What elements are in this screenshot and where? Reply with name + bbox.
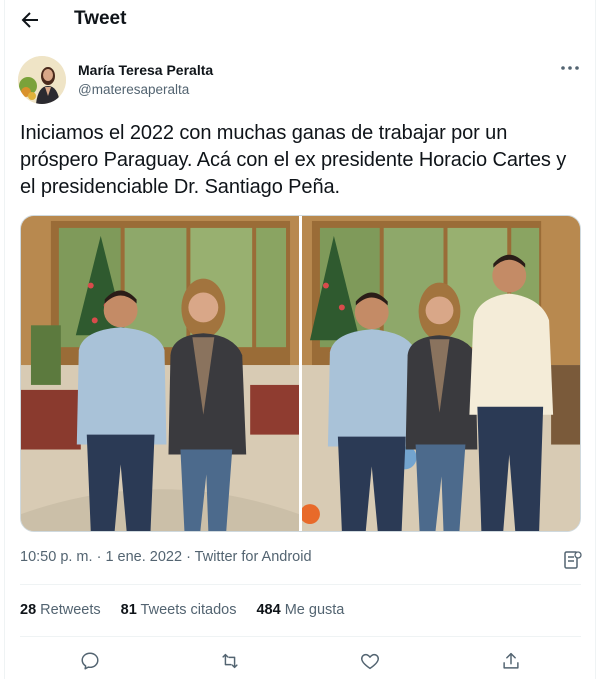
likes-label: Me gusta xyxy=(284,602,345,618)
retweets-stat[interactable]: 28 Retweets xyxy=(20,602,101,618)
divider xyxy=(20,636,581,637)
photo-grid xyxy=(20,215,581,532)
heart-icon xyxy=(361,653,379,670)
retweet-icon xyxy=(222,653,238,669)
share-button[interactable] xyxy=(498,648,524,674)
action-bar xyxy=(20,648,581,676)
divider xyxy=(20,584,581,585)
tweet-photo-1[interactable] xyxy=(21,216,299,531)
meta-separator: · xyxy=(92,549,106,565)
quotes-stat[interactable]: 81 Tweets citados xyxy=(121,602,237,618)
analytics-icon xyxy=(564,551,582,569)
tweet-stats: 28 Retweets 81 Tweets citados 484 Me gus… xyxy=(20,602,344,618)
tweet-photo-2[interactable] xyxy=(302,216,580,531)
more-horizontal-icon xyxy=(561,66,579,70)
arrow-left-icon xyxy=(21,12,38,28)
tweet-text: Iniciamos el 2022 con muchas ganas de tr… xyxy=(20,122,567,198)
analytics-button[interactable] xyxy=(561,549,583,571)
quotes-count: 81 xyxy=(120,602,137,618)
quotes-label: Tweets citados xyxy=(140,602,237,618)
share-icon xyxy=(503,652,519,669)
author-name[interactable]: María Teresa Peralta xyxy=(78,62,213,78)
tweet-meta: 10:50 p. m. · 1 ene. 2022 · Twitter for … xyxy=(20,549,312,565)
likes-stat[interactable]: 484 Me gusta xyxy=(256,602,344,618)
tweet-time[interactable]: 10:50 p. m. xyxy=(20,549,93,565)
tweet-date[interactable]: 1 ene. 2022 xyxy=(105,549,182,565)
retweets-count: 28 xyxy=(20,602,37,618)
back-button[interactable] xyxy=(16,6,44,34)
likes-count: 484 xyxy=(256,602,281,618)
top-bar: Tweet xyxy=(0,0,600,40)
meta-separator: · xyxy=(182,549,195,565)
tweet-source[interactable]: Twitter for Android xyxy=(195,549,312,565)
like-button[interactable] xyxy=(357,648,383,674)
page-title: Tweet xyxy=(74,8,127,29)
reply-icon xyxy=(81,652,99,670)
more-button[interactable] xyxy=(556,58,584,78)
avatar[interactable] xyxy=(18,56,66,104)
author-handle[interactable]: @materesaperalta xyxy=(78,82,189,97)
retweet-button[interactable] xyxy=(217,648,243,674)
retweets-label: Retweets xyxy=(40,602,101,618)
reply-button[interactable] xyxy=(77,648,103,674)
